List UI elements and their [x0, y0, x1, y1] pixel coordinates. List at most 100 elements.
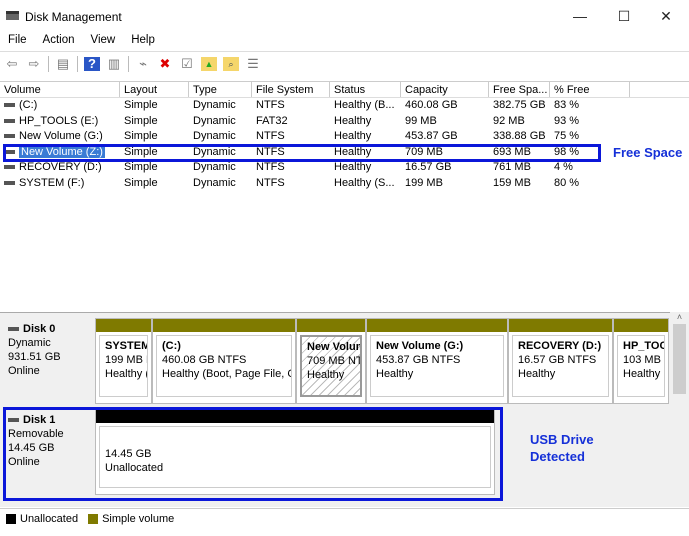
table-row[interactable]: (C:) Simple Dynamic NTFS Healthy (B... 460.08…	[0, 98, 689, 114]
table-row[interactable]: SYSTEM (F:) Simple Dynamic NTFS Healthy (S..…	[0, 176, 689, 192]
cell-type: Dynamic	[189, 129, 252, 145]
find-icon[interactable]: ⌕	[223, 56, 239, 71]
partition-size: 453.87 GB NTFS	[376, 354, 461, 366]
back-icon[interactable]: ⇦	[4, 56, 20, 71]
menu-help[interactable]: Help	[123, 34, 163, 46]
scroll-up-icon[interactable]: ˄	[670, 312, 689, 322]
partition-info: SYSTEM 199 MB N Healthy (	[99, 335, 148, 397]
partition-size: 103 MB	[623, 354, 661, 366]
volume-icon	[4, 103, 15, 108]
cell-status: Healthy (S...	[330, 176, 401, 192]
cell-free-space: 338.88 GB	[489, 129, 550, 145]
partition-info: New Volum 709 MB NTF Healthy	[300, 335, 362, 397]
cell-layout: Simple	[120, 176, 189, 192]
free-space-annotation: Free Space	[613, 145, 683, 160]
disk-type: Dynamic	[8, 337, 51, 349]
console-icon[interactable]: ▥	[106, 56, 122, 71]
show-pane-icon[interactable]: ▤	[55, 56, 71, 71]
table-row[interactable]: RECOVERY (D:) Simple Dynamic NTFS Healthy 16.…	[0, 160, 689, 176]
disk-management-icon	[6, 11, 19, 20]
usb-annotation: USB Drive Detected	[530, 431, 594, 465]
connect-disk-icon[interactable]: ⌁	[135, 56, 151, 71]
menu-view[interactable]: View	[83, 34, 124, 46]
cell-file-system: NTFS	[252, 176, 330, 192]
partition-status: Healthy	[376, 368, 414, 380]
cell-text: 382.75 GB	[493, 99, 546, 111]
cell-type: Dynamic	[189, 98, 252, 114]
cell-text: NTFS	[256, 177, 285, 189]
cell-volume: (C:)	[0, 98, 120, 114]
minimize-button[interactable]: —	[560, 4, 600, 28]
partition-info: New Volume (G:) 453.87 GB NTFS Healthy	[370, 335, 504, 397]
cell-free-space: 92 MB	[489, 114, 550, 130]
cell-text: Simple	[124, 161, 158, 174]
partition-name: New Volume (G:)	[376, 340, 464, 352]
table-row[interactable]: HP_TOOLS (E:) Simple Dynamic FAT32 Healthy 99…	[0, 114, 689, 130]
menu-file[interactable]: File	[0, 34, 35, 46]
scrollbar[interactable]: ˄	[670, 312, 689, 507]
list-icon[interactable]: ☰	[245, 56, 261, 71]
cell-percent-free: 93 %	[550, 114, 630, 130]
col-file-system[interactable]: File System	[252, 82, 330, 97]
highlight-box-volume-z	[3, 144, 601, 162]
volume-icon	[4, 165, 15, 170]
cell-text: Simple	[124, 99, 158, 111]
cell-status: Healthy (B...	[330, 98, 401, 114]
forward-icon[interactable]: ⇨	[26, 56, 42, 71]
cell-text: 93 %	[554, 114, 580, 127]
col-layout[interactable]: Layout	[120, 82, 189, 97]
partition[interactable]: New Volum 709 MB NTF Healthy	[296, 318, 366, 404]
delete-icon[interactable]: ✖	[157, 56, 173, 71]
cell-text: New Volume (G:)	[19, 130, 103, 143]
disk-0-label[interactable]: Disk 0 Dynamic 931.51 GB Online	[0, 322, 92, 378]
col-percent-free[interactable]: % Free	[550, 82, 630, 97]
cell-text: Dynamic	[193, 161, 236, 174]
partition-name: RECOVERY (D:)	[518, 340, 602, 352]
cell-volume: RECOVERY (D:)	[0, 160, 120, 176]
cell-free-space: 382.75 GB	[489, 98, 550, 114]
folder-up-icon[interactable]: ▲	[201, 56, 217, 71]
col-capacity[interactable]: Capacity	[401, 82, 489, 97]
col-volume[interactable]: Volume	[0, 82, 120, 97]
menu-action[interactable]: Action	[35, 34, 83, 46]
close-button[interactable]: ✕	[646, 4, 686, 28]
partition-status: Healthy	[518, 368, 556, 380]
partition[interactable]: HP_TOC 103 MB Healthy	[613, 318, 669, 404]
cell-text: 75 %	[554, 130, 580, 143]
cell-type: Dynamic	[189, 160, 252, 176]
partition[interactable]: SYSTEM 199 MB N Healthy (	[95, 318, 152, 404]
highlight-box-disk-1	[3, 407, 503, 501]
partition[interactable]: RECOVERY (D:) 16.57 GB NTFS Healthy	[508, 318, 613, 404]
usb-annotation-line2: Detected	[530, 449, 585, 464]
volume-icon	[4, 181, 15, 186]
help-icon[interactable]: ?	[84, 56, 100, 71]
cell-text: Healthy	[334, 114, 372, 127]
partition-name: New Volum	[307, 341, 362, 353]
cell-text: Dynamic	[193, 177, 236, 189]
cell-percent-free: 4 %	[550, 160, 630, 176]
maximize-button[interactable]: ☐	[604, 4, 644, 28]
cell-text: Healthy (S...	[334, 177, 395, 189]
disk-status: Online	[8, 365, 40, 377]
col-type[interactable]: Type	[189, 82, 252, 97]
simple-volume-bar	[367, 319, 507, 332]
partition[interactable]: (C:) 460.08 GB NTFS Healthy (Boot, Page Fi…	[152, 318, 296, 404]
table-row[interactable]: New Volume (G:) Simple Dynamic NTFS Healthy 4…	[0, 129, 689, 145]
cell-text: 80 %	[554, 177, 580, 189]
cell-file-system: FAT32	[252, 114, 330, 130]
scroll-thumb[interactable]	[673, 324, 686, 394]
cell-text: HP_TOOLS (E:)	[19, 114, 99, 127]
cell-text: 83 %	[554, 99, 580, 111]
col-free-space[interactable]: Free Spa...	[489, 82, 550, 97]
cell-text: 199 MB	[405, 177, 443, 189]
simple-volume-bar	[297, 319, 365, 332]
col-status[interactable]: Status	[330, 82, 401, 97]
cell-percent-free: 75 %	[550, 129, 630, 145]
partition[interactable]: New Volume (G:) 453.87 GB NTFS Healthy	[366, 318, 508, 404]
cell-text: 4 %	[554, 161, 573, 174]
properties-icon[interactable]: ☑	[179, 56, 195, 71]
volume-table-header: Volume Layout Type File System Status Ca…	[0, 81, 689, 98]
partition-status: Healthy (	[105, 368, 148, 380]
disk-size: 931.51 GB	[8, 351, 61, 363]
simple-volume-bar	[509, 319, 612, 332]
